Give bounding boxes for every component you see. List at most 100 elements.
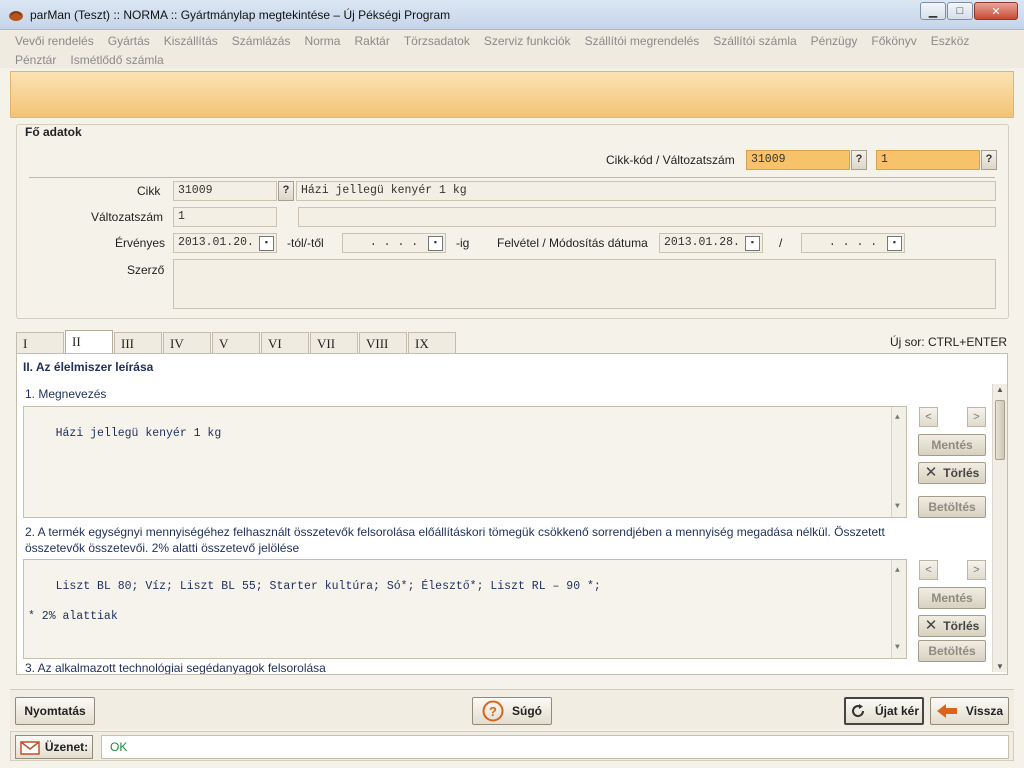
menu-item[interactable]: Főkönyv bbox=[871, 33, 916, 49]
svg-text:?: ? bbox=[489, 704, 497, 719]
menu-item[interactable]: Számlázás bbox=[232, 33, 291, 49]
menu-item[interactable]: Raktár bbox=[354, 33, 389, 49]
menu-item[interactable]: Szállítói számla bbox=[713, 33, 796, 49]
prev-button[interactable]: < bbox=[919, 407, 938, 427]
back-button[interactable]: Vissza bbox=[930, 697, 1009, 725]
scrollbar[interactable]: ▲ ▼ bbox=[891, 407, 906, 517]
cikkkod-lookup-button[interactable]: ? bbox=[851, 150, 867, 170]
scroll-thumb[interactable] bbox=[995, 400, 1005, 460]
next-button[interactable]: > bbox=[967, 407, 986, 427]
maximize-icon[interactable]: □ bbox=[947, 2, 973, 20]
request-new-label: Újat kér bbox=[874, 704, 920, 718]
cikk-code-field[interactable]: 31009 bbox=[173, 181, 277, 201]
app-icon bbox=[9, 10, 23, 21]
tab-iii[interactable]: III bbox=[114, 332, 162, 354]
menu-item[interactable]: Pénztár bbox=[15, 52, 56, 68]
menu-item[interactable]: Gyártás bbox=[108, 33, 150, 49]
message-label: Üzenet: bbox=[44, 740, 89, 754]
status-bar: Üzenet: OK bbox=[10, 731, 1014, 761]
modositas-date-value: . . . . bbox=[828, 236, 878, 249]
header-band bbox=[10, 71, 1014, 118]
request-new-button[interactable]: Újat kér bbox=[844, 697, 924, 725]
next-button[interactable]: > bbox=[967, 560, 986, 580]
minimize-icon[interactable]: ▁ bbox=[920, 2, 946, 20]
print-button[interactable]: Nyomtatás bbox=[15, 697, 95, 725]
envelope-icon bbox=[20, 741, 40, 755]
tab-i[interactable]: I bbox=[16, 332, 64, 354]
tab-iv[interactable]: IV bbox=[163, 332, 211, 354]
valtozatszam-desc-field[interactable] bbox=[298, 207, 996, 227]
szerzo-textarea[interactable] bbox=[173, 259, 996, 309]
cikkkod-input[interactable]: 31009 bbox=[746, 150, 850, 170]
megnevezes-textarea[interactable]: Házi jellegü kenyér 1 kg ▲ ▼ bbox=[23, 406, 907, 518]
menu-item[interactable]: Szerviz funkciók bbox=[484, 33, 571, 49]
main-data-panel: Fő adatok Cikk-kód / Változatszám 31009 … bbox=[16, 124, 1009, 319]
tab-vi[interactable]: VI bbox=[261, 332, 309, 354]
close-icon[interactable]: ✕ bbox=[974, 2, 1018, 20]
scroll-down-icon[interactable]: ▼ bbox=[895, 499, 900, 514]
save-button[interactable]: Mentés bbox=[918, 434, 986, 456]
load-button[interactable]: Betöltés bbox=[918, 640, 986, 662]
tab-section-title: II. Az élelmiszer leírása bbox=[23, 360, 154, 374]
menu-item[interactable]: Szállítói megrendelés bbox=[585, 33, 700, 49]
menu-item[interactable]: Törzsadatok bbox=[404, 33, 470, 49]
scrollbar[interactable]: ▲ ▼ bbox=[891, 560, 906, 658]
valtozat-input[interactable]: 1 bbox=[876, 150, 980, 170]
tab-vii[interactable]: VII bbox=[310, 332, 358, 354]
cikk-label: Cikk bbox=[137, 184, 161, 198]
ervenyes-to-field[interactable]: . . . . ▪ bbox=[342, 233, 446, 253]
scroll-up-icon[interactable]: ▲ bbox=[895, 410, 900, 425]
menu-item[interactable]: Kiszállítás bbox=[164, 33, 218, 49]
tab-ii[interactable]: II bbox=[65, 330, 113, 354]
scroll-down-icon[interactable]: ▼ bbox=[895, 640, 900, 655]
delete-label: Törlés bbox=[943, 466, 980, 480]
modositas-date-field[interactable]: . . . . ▪ bbox=[801, 233, 905, 253]
menu-bar: Vevői rendelés Gyártás Kiszállítás Számlázá… bbox=[0, 30, 1024, 68]
divider bbox=[29, 177, 995, 178]
menu-item[interactable]: Pénzügy bbox=[811, 33, 858, 49]
tab-v[interactable]: V bbox=[212, 332, 260, 354]
calendar-icon[interactable]: ▪ bbox=[259, 236, 274, 251]
scroll-down-icon[interactable]: ▼ bbox=[996, 662, 1004, 671]
prev-button[interactable]: < bbox=[919, 560, 938, 580]
calendar-icon[interactable]: ▪ bbox=[745, 236, 760, 251]
content-scrollbar[interactable]: ▲ ▼ bbox=[992, 384, 1007, 672]
load-button[interactable]: Betöltés bbox=[918, 496, 986, 518]
valtozatszam-field[interactable]: 1 bbox=[173, 207, 277, 227]
calendar-icon[interactable]: ▪ bbox=[887, 236, 902, 251]
delete-button[interactable]: ✕ Törlés bbox=[918, 615, 986, 637]
print-label: Nyomtatás bbox=[24, 704, 86, 718]
menu-item[interactable]: Norma bbox=[304, 33, 340, 49]
save-button[interactable]: Mentés bbox=[918, 587, 986, 609]
menu-item[interactable]: Vevői rendelés bbox=[15, 33, 94, 49]
tab-viii[interactable]: VIII bbox=[359, 332, 407, 354]
message-field: OK bbox=[101, 735, 1009, 759]
felvetel-date-value: 2013.01.28. bbox=[664, 236, 740, 249]
cikk-lookup-button[interactable]: ? bbox=[278, 181, 294, 201]
footer-bar: Nyomtatás ? Súgó Újat kér Vissza bbox=[10, 689, 1014, 729]
scroll-up-icon[interactable]: ▲ bbox=[996, 385, 1004, 394]
ervenyes-to-value: . . . . bbox=[369, 236, 419, 249]
ervenyes-from-field[interactable]: 2013.01.20. ▪ bbox=[173, 233, 277, 253]
scroll-up-icon[interactable]: ▲ bbox=[895, 563, 900, 578]
message-button[interactable]: Üzenet: bbox=[15, 735, 93, 759]
valtozat-lookup-button[interactable]: ? bbox=[981, 150, 997, 170]
felvetel-date-field[interactable]: 2013.01.28. ▪ bbox=[659, 233, 763, 253]
ig-label: -ig bbox=[456, 236, 470, 250]
delete-x-icon: ✕ bbox=[924, 464, 938, 481]
menu-item[interactable]: Ismétlődő számla bbox=[70, 52, 163, 68]
new-line-hint: Új sor: CTRL+ENTER bbox=[889, 335, 1007, 349]
cikk-name-field[interactable]: Házi jellegü kenyér 1 kg bbox=[296, 181, 996, 201]
field-1-label: 1. Megnevezés bbox=[25, 387, 107, 401]
menu-item[interactable]: Eszköz bbox=[931, 33, 970, 49]
tab-ix[interactable]: IX bbox=[408, 332, 456, 354]
delete-button[interactable]: ✕ Törlés bbox=[918, 462, 986, 484]
cikkkod-label: Cikk-kód / Változatszám bbox=[606, 153, 735, 167]
tab-strip: I II III IV V VI VII VIII IX bbox=[16, 330, 457, 354]
help-button[interactable]: ? Súgó bbox=[472, 697, 552, 725]
section-title: Fő adatok bbox=[25, 125, 82, 139]
back-label: Vissza bbox=[965, 704, 1004, 718]
calendar-icon[interactable]: ▪ bbox=[428, 236, 443, 251]
osszetevok-textarea[interactable]: Liszt BL 80; Víz; Liszt BL 55; Starter k… bbox=[23, 559, 907, 659]
field-3-label: 3. Az alkalmazott technológiai segédanya… bbox=[25, 661, 326, 675]
